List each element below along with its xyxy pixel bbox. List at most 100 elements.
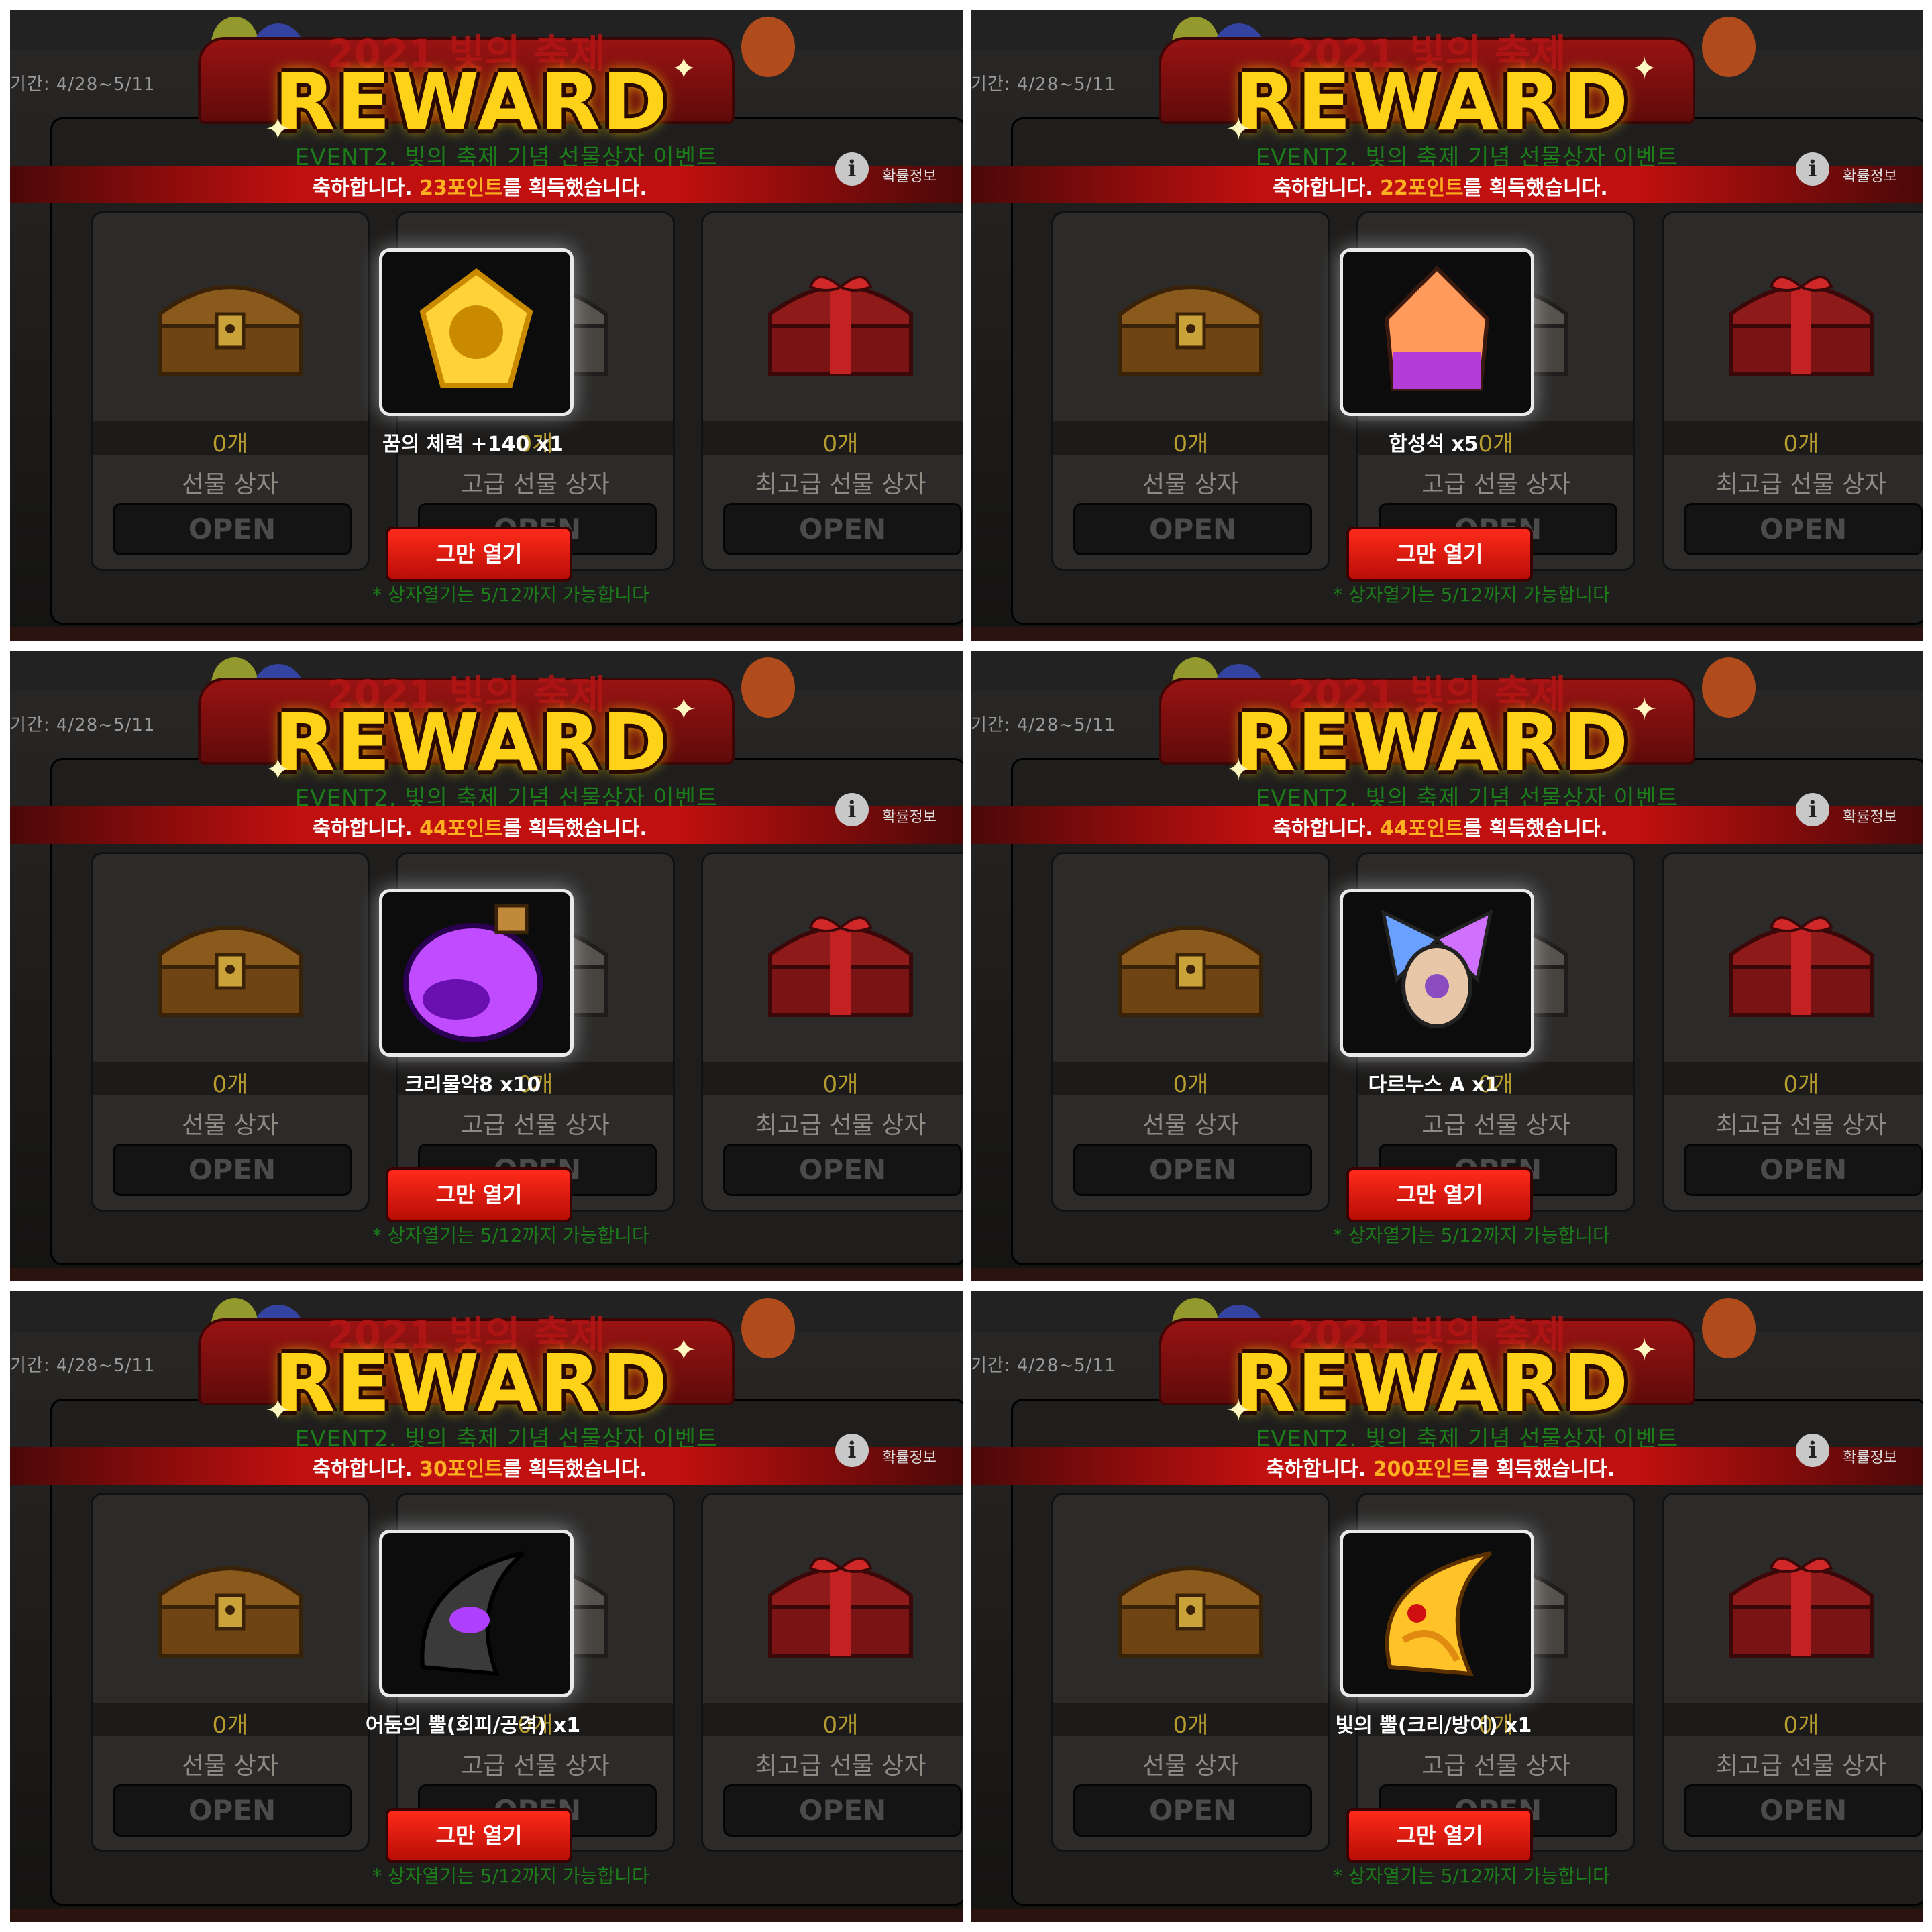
reward-item-label: 빛의 뿔(크리/방어) x1 bbox=[1335, 1714, 1532, 1737]
open-button[interactable]: OPEN bbox=[1684, 503, 1923, 555]
reward-item-frame bbox=[379, 889, 574, 1057]
balloon-decoration bbox=[1702, 657, 1756, 718]
info-icon[interactable]: i bbox=[835, 1434, 869, 1467]
info-icon[interactable]: i bbox=[1796, 1434, 1829, 1467]
box-name: 고급 선물 상자 bbox=[461, 1112, 610, 1139]
points-earned: 44포인트 bbox=[1380, 817, 1464, 841]
dark-horn-icon bbox=[420, 1551, 525, 1676]
sparkle-icon: ✦ bbox=[1631, 691, 1658, 727]
info-icon[interactable]: i bbox=[1796, 152, 1829, 186]
wooden-chest-icon bbox=[1118, 285, 1263, 376]
message-prefix: 축하합니다. bbox=[312, 176, 420, 200]
probability-info-label[interactable]: 확률정보 bbox=[882, 1446, 936, 1467]
balloon-decoration bbox=[1702, 17, 1756, 77]
box-name: 최고급 선물 상자 bbox=[755, 471, 926, 498]
points-earned: 22포인트 bbox=[1380, 176, 1464, 200]
red-gift-chest-icon bbox=[1729, 1557, 1874, 1658]
bottom-bar bbox=[10, 627, 963, 641]
open-deadline-notice: * 상자열기는 5/12까지 가능합니다 bbox=[372, 584, 649, 606]
open-button[interactable]: OPEN bbox=[1073, 503, 1312, 555]
wooden-chest-icon bbox=[158, 1566, 303, 1658]
open-button[interactable]: OPEN bbox=[1684, 1144, 1923, 1196]
open-deadline-notice: * 상자열기는 5/12까지 가능합니다 bbox=[1333, 1865, 1610, 1887]
box-name: 최고급 선물 상자 bbox=[755, 1112, 926, 1139]
reward-item-frame bbox=[1340, 1529, 1534, 1697]
message-suffix: 를 획득했습니다. bbox=[1470, 1458, 1615, 1481]
golden-horn-icon bbox=[1385, 1551, 1492, 1676]
congrats-message: 축하합니다. 30포인트를 획득했습니다. bbox=[144, 1452, 815, 1482]
box-name: 고급 선물 상자 bbox=[1421, 1752, 1570, 1780]
stop-opening-button[interactable]: 그만 열기 bbox=[1346, 1167, 1533, 1222]
open-button[interactable]: OPEN bbox=[113, 1784, 352, 1837]
open-button[interactable]: OPEN bbox=[723, 503, 962, 555]
congrats-message: 축하합니다. 44포인트를 획득했습니다. bbox=[1105, 812, 1776, 841]
open-deadline-notice: * 상자열기는 5/12까지 가능합니다 bbox=[372, 1865, 649, 1887]
deluxe-box-card: 0개 최고급 선물 상자 OPEN bbox=[1662, 1493, 1923, 1852]
open-button[interactable]: OPEN bbox=[723, 1784, 962, 1837]
winged-pet-icon bbox=[1381, 909, 1493, 1028]
info-icon[interactable]: i bbox=[835, 793, 869, 826]
info-icon[interactable]: i bbox=[835, 152, 869, 186]
open-button[interactable]: OPEN bbox=[1073, 1144, 1312, 1196]
message-suffix: 를 획득했습니다. bbox=[502, 1458, 647, 1481]
wooden-chest-icon bbox=[1118, 926, 1263, 1017]
message-suffix: 를 획득했습니다. bbox=[502, 176, 647, 200]
red-gift-chest-icon bbox=[768, 1557, 913, 1658]
reward-item-label: 크리물약8 x10 bbox=[405, 1073, 541, 1097]
red-gift-chest-icon bbox=[1729, 276, 1874, 376]
stop-opening-button[interactable]: 그만 열기 bbox=[386, 1808, 572, 1863]
message-prefix: 축하합니다. bbox=[1273, 817, 1381, 841]
stop-opening-button[interactable]: 그만 열기 bbox=[386, 527, 572, 582]
gift-box-card: 0개 선물 상자 OPEN bbox=[91, 1493, 370, 1852]
box-count: 0개 bbox=[822, 1712, 859, 1739]
open-button[interactable]: OPEN bbox=[1073, 1784, 1312, 1837]
congrats-message: 축하합니다. 200포인트를 획득했습니다. bbox=[1105, 1452, 1776, 1482]
probability-info-label[interactable]: 확률정보 bbox=[882, 805, 936, 826]
reward-panel-4: 기간: 4/28~5/11 0개 선물 상자 OPEN 0개 고급 선물 상자 … bbox=[971, 651, 1923, 1281]
deluxe-box-card: 0개 최고급 선물 상자 OPEN bbox=[701, 852, 963, 1212]
wooden-chest-icon bbox=[158, 285, 303, 376]
box-name: 고급 선물 상자 bbox=[1421, 1112, 1570, 1139]
probability-info-label[interactable]: 확률정보 bbox=[1843, 805, 1897, 826]
reward-panel-3: 기간: 4/28~5/11 0개 선물 상자 OPEN 0개 고급 선물 상자 … bbox=[10, 651, 963, 1281]
gift-box-card: 0개 선물 상자 OPEN bbox=[1051, 852, 1330, 1212]
reward-item-frame bbox=[379, 1529, 574, 1697]
reward-item-label: 어둠의 뿔(회피/공격) x1 bbox=[365, 1714, 581, 1737]
stop-opening-button[interactable]: 그만 열기 bbox=[386, 1167, 572, 1222]
reward-panel-6: 기간: 4/28~5/11 0개 선물 상자 OPEN 0개 고급 선물 상자 … bbox=[971, 1291, 1923, 1922]
bottom-bar bbox=[971, 1268, 1923, 1281]
open-button[interactable]: OPEN bbox=[113, 1144, 352, 1196]
open-button[interactable]: OPEN bbox=[113, 503, 352, 555]
box-name: 선물 상자 bbox=[1142, 1752, 1239, 1780]
bottom-bar bbox=[10, 1268, 963, 1281]
bottom-bar bbox=[971, 627, 1923, 641]
red-gift-chest-icon bbox=[1729, 916, 1874, 1017]
open-button[interactable]: OPEN bbox=[1684, 1784, 1923, 1837]
reward-item-frame bbox=[379, 248, 574, 416]
box-name: 선물 상자 bbox=[1142, 1112, 1239, 1139]
probability-info-label[interactable]: 확률정보 bbox=[1843, 1446, 1897, 1467]
stop-opening-button[interactable]: 그만 열기 bbox=[1346, 527, 1533, 582]
balloon-decoration bbox=[1702, 1298, 1756, 1358]
open-button[interactable]: OPEN bbox=[723, 1144, 962, 1196]
box-name: 최고급 선물 상자 bbox=[1715, 471, 1887, 498]
box-name: 선물 상자 bbox=[182, 1112, 278, 1139]
stop-opening-button[interactable]: 그만 열기 bbox=[1346, 1808, 1533, 1863]
probability-info-label[interactable]: 확률정보 bbox=[882, 164, 936, 186]
message-prefix: 축하합니다. bbox=[312, 817, 420, 841]
balloon-decoration bbox=[741, 17, 795, 77]
box-count: 0개 bbox=[1783, 1071, 1819, 1098]
gift-box-card: 0개 선물 상자 OPEN bbox=[91, 211, 370, 571]
message-prefix: 축하합니다. bbox=[312, 1458, 420, 1481]
event-period: 기간: 4/28~5/11 bbox=[10, 1356, 156, 1376]
box-name: 고급 선물 상자 bbox=[1421, 471, 1570, 498]
balloon-decoration bbox=[741, 657, 795, 718]
reward-title: REWARD bbox=[274, 1337, 669, 1430]
congrats-message: 축하합니다. 44포인트를 획득했습니다. bbox=[144, 812, 815, 841]
probability-info-label[interactable]: 확률정보 bbox=[1843, 164, 1897, 186]
reward-item-label: 다르누스 A x1 bbox=[1368, 1073, 1499, 1097]
box-name: 고급 선물 상자 bbox=[461, 1752, 610, 1780]
message-suffix: 를 획득했습니다. bbox=[1463, 817, 1608, 841]
crystal-stone-icon bbox=[1384, 265, 1490, 391]
info-icon[interactable]: i bbox=[1796, 793, 1829, 826]
